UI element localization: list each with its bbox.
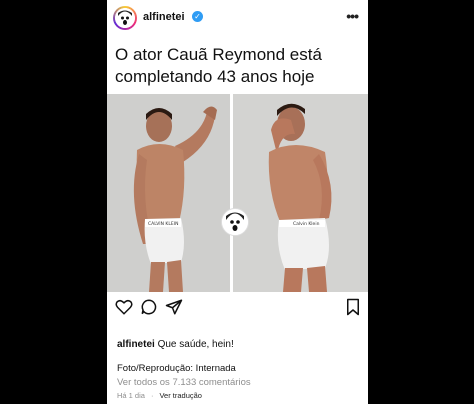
instagram-post: alfinetei ✓ ••• O ator Cauã Reymond está… bbox=[107, 0, 368, 404]
translate-link[interactable]: Ver tradução bbox=[159, 391, 202, 400]
post-meta: Há 1 dia · Ver tradução bbox=[117, 391, 208, 400]
comment-icon[interactable] bbox=[140, 298, 158, 316]
view-comments-link[interactable]: Ver todos os 7.133 comentários bbox=[117, 377, 251, 388]
left-underwear-text: CALVIN KLEIN bbox=[148, 221, 178, 227]
post-time: Há 1 dia bbox=[117, 391, 145, 400]
meta-separator: · bbox=[150, 391, 154, 400]
send-icon[interactable] bbox=[165, 298, 183, 316]
post-headline: O ator Cauã Reymond está completando 43 … bbox=[115, 45, 322, 86]
heart-icon[interactable] bbox=[115, 298, 133, 316]
action-bar bbox=[115, 298, 363, 318]
caption-username[interactable]: alfinetei bbox=[117, 339, 155, 350]
post-caption: alfinetei Que saúde, hein! bbox=[117, 339, 234, 350]
ellipsis-icon[interactable]: ••• bbox=[346, 8, 359, 24]
bookmark-icon[interactable] bbox=[345, 298, 361, 316]
left-photo[interactable]: CALVIN KLEIN bbox=[107, 94, 230, 292]
caption-text: Que saúde, hein! bbox=[157, 339, 234, 350]
post-header: alfinetei ✓ ••• bbox=[107, 0, 368, 38]
right-underwear-text: Calvin Klein bbox=[293, 221, 320, 227]
photo-credit: Foto/Reprodução: Internada bbox=[117, 363, 236, 374]
profile-avatar[interactable] bbox=[113, 6, 137, 30]
watermark-avatar bbox=[221, 208, 249, 236]
verified-badge-icon: ✓ bbox=[192, 11, 203, 22]
right-photo[interactable]: Calvin Klein bbox=[233, 94, 368, 292]
avatar-cartoon-face bbox=[115, 8, 135, 28]
post-username[interactable]: alfinetei bbox=[143, 11, 185, 23]
